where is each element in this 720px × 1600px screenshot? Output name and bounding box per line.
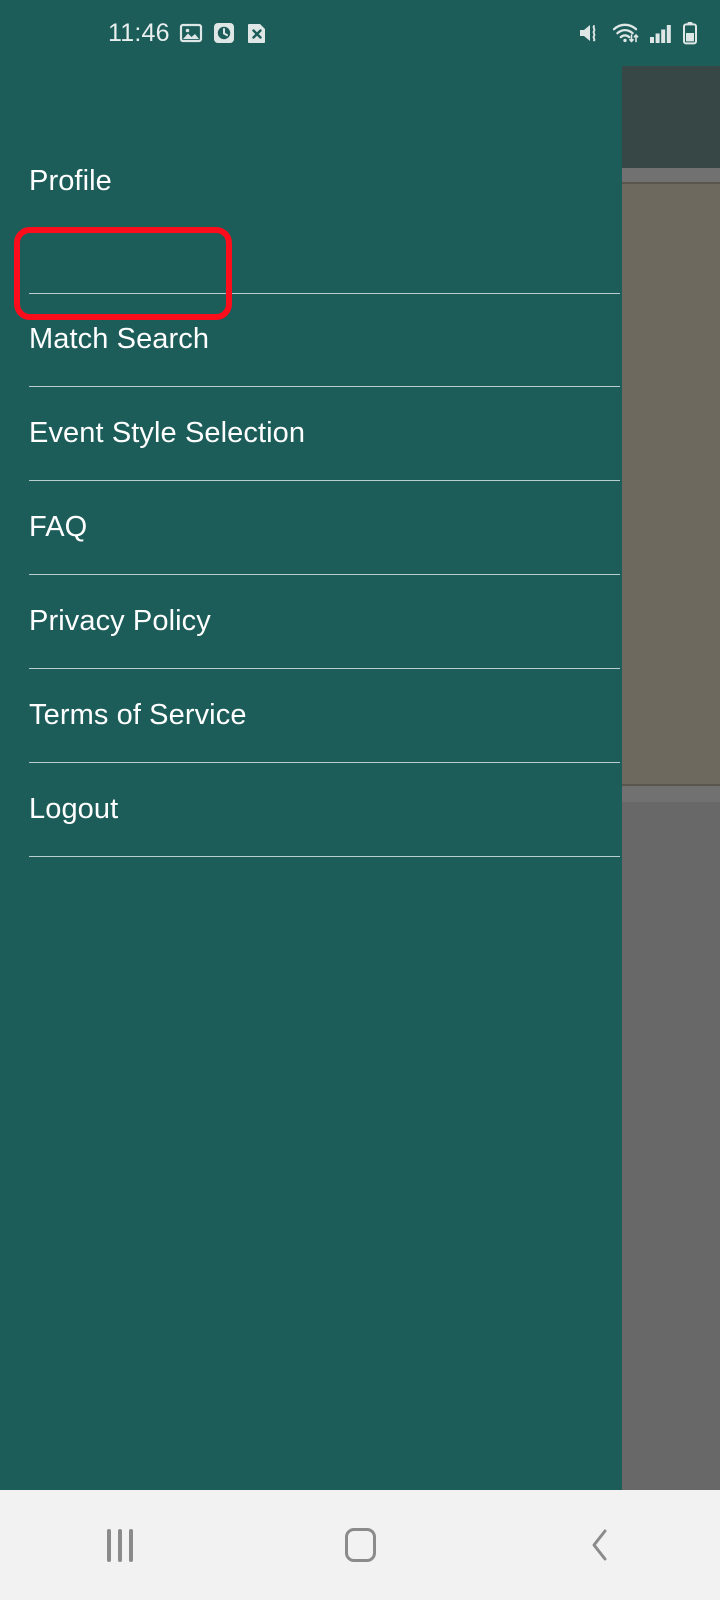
recents-button[interactable] [0, 1490, 240, 1600]
drawer-item-event-style-selection[interactable]: Event Style Selection [0, 387, 622, 480]
battery-icon [682, 21, 698, 45]
file-x-icon [245, 21, 269, 45]
back-button[interactable] [480, 1490, 720, 1600]
status-bar: 11:46 [0, 0, 720, 66]
drawer-item-label: Event Style Selection [29, 419, 305, 448]
drawer-item-faq[interactable]: FAQ [0, 481, 622, 574]
photo-icon [179, 21, 203, 45]
drawer-item-match-search[interactable]: Match Search [0, 293, 622, 386]
mute-icon [577, 21, 603, 45]
home-icon [345, 1528, 376, 1562]
drawer-item-label: Terms of Service [29, 701, 247, 730]
status-bar-right-group [577, 21, 698, 45]
drawer-item-label: Logout [29, 795, 118, 824]
clock-icon [212, 21, 236, 45]
phone-screen: Sat 3 10 17 24 Profile Match Search Even… [0, 0, 720, 1600]
drawer-item-label: Match Search [29, 325, 209, 354]
wifi-icon [612, 21, 640, 45]
back-chevron-icon [587, 1525, 613, 1565]
drawer-item-label: Privacy Policy [29, 607, 211, 636]
status-bar-clock: 11:46 [108, 21, 170, 46]
status-bar-left-group: 11:46 [108, 21, 269, 46]
signal-icon [649, 21, 673, 45]
drawer-item-logout[interactable]: Logout [0, 763, 622, 856]
drawer-item-terms-of-service[interactable]: Terms of Service [0, 669, 622, 762]
drawer-item-label: Profile [29, 167, 112, 196]
drawer-item-profile[interactable]: Profile [0, 135, 622, 228]
recents-icon [107, 1529, 133, 1562]
drawer-divider [29, 856, 620, 857]
drawer-item-privacy-policy[interactable]: Privacy Policy [0, 575, 622, 668]
android-navigation-bar [0, 1490, 720, 1600]
drawer-item-label: FAQ [29, 513, 87, 542]
navigation-drawer: Profile Match Search Event Style Selecti… [0, 66, 622, 1490]
home-button[interactable] [240, 1490, 480, 1600]
